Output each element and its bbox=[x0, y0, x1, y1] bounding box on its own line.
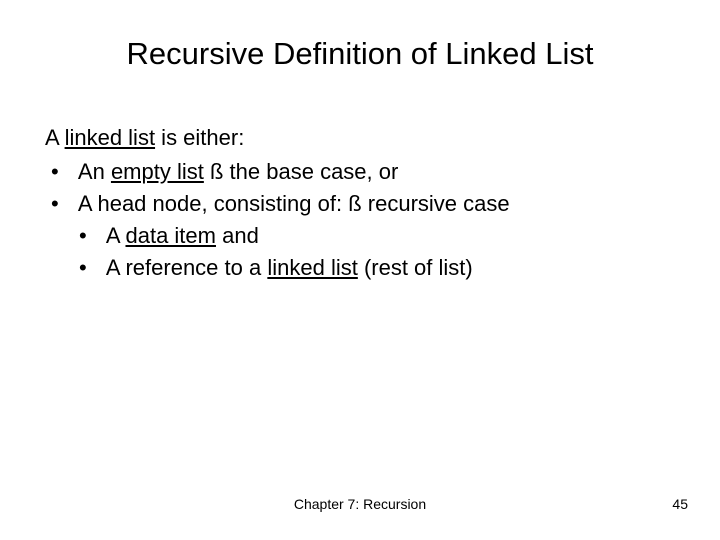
intro-line: A linked list is either: bbox=[45, 122, 675, 154]
b3-underline: data item bbox=[125, 223, 216, 248]
b1-tail: the base case, or bbox=[223, 159, 398, 184]
b3-pre: A bbox=[106, 223, 126, 248]
bullet-3: A data item and bbox=[45, 220, 675, 252]
b1-underline: empty list bbox=[111, 159, 204, 184]
intro-underline: linked list bbox=[65, 125, 155, 150]
intro-post: is either: bbox=[155, 125, 244, 150]
slide: Recursive Definition of Linked List A li… bbox=[0, 0, 720, 540]
b4-post: (rest of list) bbox=[358, 255, 473, 280]
b2-tail: recursive case bbox=[362, 191, 510, 216]
slide-body: A linked list is either: An empty list ß… bbox=[45, 122, 675, 283]
b4-pre: A reference to a bbox=[106, 255, 267, 280]
footer-chapter: Chapter 7: Recursion bbox=[0, 496, 720, 512]
bullet-list: An empty list ß the base case, or A head… bbox=[45, 156, 675, 284]
b4-underline: linked list bbox=[267, 255, 357, 280]
intro-pre: A bbox=[45, 125, 65, 150]
page-number: 45 bbox=[672, 496, 688, 512]
left-arrow-icon: ß bbox=[210, 159, 223, 184]
slide-title: Recursive Definition of Linked List bbox=[45, 36, 675, 72]
left-arrow-icon: ß bbox=[348, 191, 361, 216]
bullet-4: A reference to a linked list (rest of li… bbox=[45, 252, 675, 284]
bullet-2: A head node, consisting of: ß recursive … bbox=[45, 188, 675, 220]
bullet-1: An empty list ß the base case, or bbox=[45, 156, 675, 188]
b1-pre: An bbox=[78, 159, 111, 184]
b2-pre: A head node, consisting of: bbox=[78, 191, 348, 216]
b3-post: and bbox=[216, 223, 259, 248]
